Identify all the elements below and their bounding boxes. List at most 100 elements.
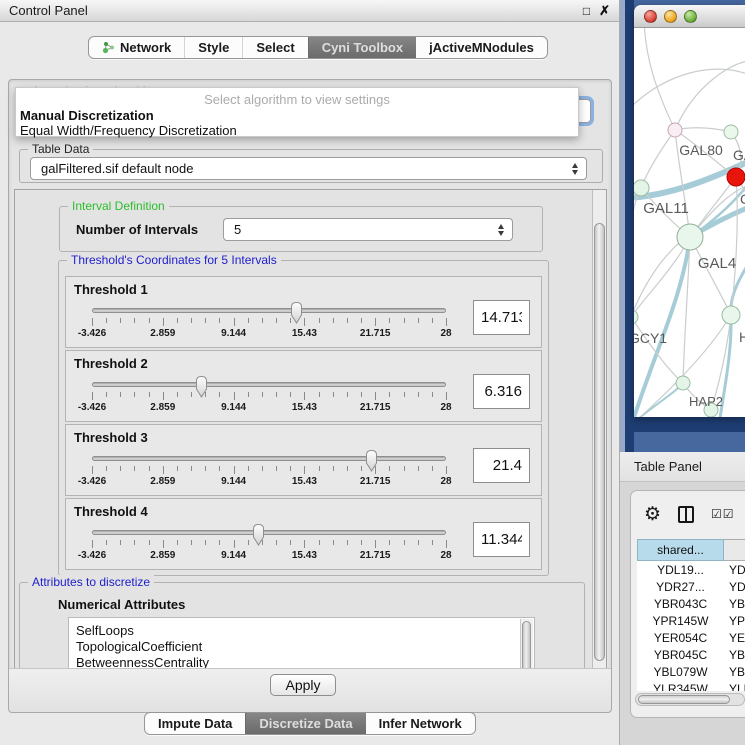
tick-mark [319,466,320,471]
table-cell: YBL079W [637,663,724,680]
node-gal11[interactable] [634,180,649,196]
table-cell: YER0 [724,629,745,646]
tick-mark [432,466,433,471]
algorithm-option[interactable]: Equal Width/Frequency Discretization [16,123,578,138]
threshold-value-input[interactable] [473,300,530,335]
table-row[interactable]: YLR345WYLR3 [637,680,745,691]
table-column-header[interactable]: shared... [637,539,724,561]
threshold-value-input[interactable] [473,522,530,557]
number-of-intervals-combobox[interactable]: 5 [223,218,513,241]
attribute-item[interactable]: TopologicalCoefficient [69,639,534,655]
scale-label: 21.715 [360,550,391,561]
tick-mark [404,540,405,545]
network-edge[interactable] [644,28,675,130]
node-top-right[interactable] [724,125,738,139]
attributes-scrollbar[interactable] [520,619,533,669]
numerical-attributes-list[interactable]: SelfLoopsTopologicalCoefficientBetweenne… [68,617,535,669]
table-settings-gear-icon[interactable]: ⚙ [644,505,661,524]
tick-mark [205,318,206,323]
network-window-titlebar[interactable] [634,5,745,28]
node-h[interactable] [722,306,740,324]
node-hap2[interactable] [676,376,690,390]
network-edge[interactable] [634,69,745,112]
select-checkboxes-icon[interactable]: ☑☑ [711,507,735,521]
slider-ticks [92,318,446,327]
threshold-slider-track[interactable] [92,530,446,535]
table-column-header[interactable]: name [724,539,745,561]
zoom-window-button[interactable] [684,10,697,23]
tick-mark [191,392,192,397]
tick-mark [404,466,405,471]
combo-stepper-icon [498,224,505,236]
network-edge[interactable] [675,128,731,132]
slider-scale-labels: -3.4262.8599.14415.4321.71528 [92,476,446,488]
node-red[interactable] [727,168,745,186]
tick-mark [290,466,291,471]
settings-scrollbar-thumb[interactable] [594,223,605,661]
tick-mark [92,540,93,548]
threshold-slider-handle[interactable] [364,449,379,473]
tab-discretize-data[interactable]: Discretize Data [245,713,365,734]
close-window-button[interactable] [644,10,657,23]
scale-label: 28 [440,476,451,487]
tab-label: Discretize Data [259,716,352,731]
tick-mark [347,540,348,545]
threshold-slider-handle[interactable] [194,375,209,399]
column-selector-icon[interactable] [678,506,694,523]
attribute-item[interactable]: BetweennessCentrality [69,655,534,669]
node-gal4[interactable] [677,224,703,250]
tick-mark [446,540,447,548]
table-row[interactable]: YBR045CYBR0 [637,646,745,663]
node-gal80[interactable] [668,123,682,137]
algorithm-option[interactable]: Manual Discretization [16,108,578,123]
network-view-window: GAL80GACGAL11GAL4GCY1HHAP2 [634,5,745,417]
threshold-value-input[interactable] [473,448,530,483]
network-canvas[interactable]: GAL80GACGAL11GAL4GCY1HHAP2 [634,28,745,417]
float-window-icon[interactable]: □ [583,5,590,17]
apply-button[interactable]: Apply [270,674,336,696]
tab-infer-network[interactable]: Infer Network [366,713,475,734]
table-hscrollbar[interactable] [635,693,745,706]
network-node-label: H [739,329,745,345]
table-cell: YLR3 [724,680,745,691]
minimize-window-button[interactable] [664,10,677,23]
tick-mark [361,392,362,397]
table-row[interactable]: YPR145WYPR1 [637,612,745,629]
threshold-slider-track[interactable] [92,382,446,387]
close-panel-icon[interactable]: ✗ [599,4,610,17]
table-row[interactable]: YBL079WYBL0 [637,663,745,680]
slider-ticks [92,466,446,475]
table-row[interactable]: YBR043CYBR0 [637,595,745,612]
tick-mark [234,318,235,326]
threshold-value-input[interactable] [473,374,530,409]
threshold-slider-handle[interactable] [289,301,304,325]
scale-label: -3.426 [78,550,106,561]
table-row[interactable]: YDR27...YDR2 [637,578,745,595]
scale-label: 2.859 [150,402,175,413]
network-edge[interactable] [641,130,675,188]
table-data-combobox[interactable]: galFiltered.sif default node [30,157,587,180]
threshold-slider-track[interactable] [92,456,446,461]
threshold-slider-handle[interactable] [251,523,266,547]
tick-mark [234,466,235,474]
threshold-slider-track[interactable] [92,308,446,313]
tab-impute-data[interactable]: Impute Data [145,713,245,734]
tab-select[interactable]: Select [242,37,307,58]
attributes-scrollbar-thumb[interactable] [522,621,531,669]
table-row[interactable]: YDL19...YDL1 [637,561,745,578]
settings-scrollbar[interactable] [592,190,606,668]
table-row[interactable]: YER054CYER0 [637,629,745,646]
table-cell: YLR345W [637,680,724,691]
attribute-item[interactable]: SelfLoops [69,623,534,639]
control-panel: Control Panel □ ✗ NetworkStyleSelectCyni… [0,0,620,745]
node-gcy1[interactable] [634,310,638,324]
tab-cyni-toolbox[interactable]: Cyni Toolbox [308,37,416,58]
tick-mark [234,540,235,548]
tab-jactivemnodules[interactable]: jActiveMNodules [416,37,547,58]
network-node-label: C [740,191,745,207]
tab-label: jActiveMNodules [429,40,534,55]
table-hscrollbar-thumb[interactable] [638,695,730,704]
tick-mark [262,318,263,323]
tab-network[interactable]: Network [89,37,184,58]
tab-style[interactable]: Style [184,37,242,58]
